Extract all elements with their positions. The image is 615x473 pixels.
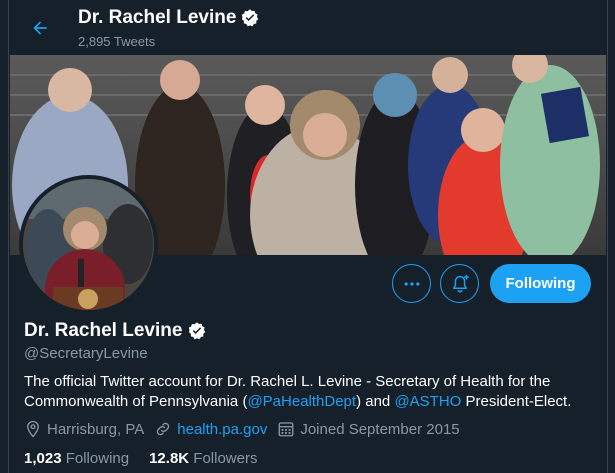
mention-link-astho[interactable]: @ASTHO	[394, 393, 461, 410]
mention-link-pahealthdept[interactable]: @PaHealthDept	[247, 393, 356, 410]
link-icon	[157, 422, 170, 436]
more-options-button[interactable]	[392, 264, 431, 303]
more-dots-icon	[404, 281, 419, 286]
location-text: Harrisburg, PA	[47, 420, 145, 438]
calendar-icon	[278, 422, 294, 437]
profile-bio: The official Twitter account for Dr. Rac…	[24, 372, 594, 412]
window-frame-left	[0, 0, 9, 473]
profile-name: Dr. Rachel Levine	[24, 320, 183, 341]
arrow-left-icon	[33, 21, 47, 35]
following-label: Following	[65, 450, 130, 467]
website-item: health.pa.gov	[154, 420, 267, 438]
notifications-button[interactable]	[440, 264, 479, 303]
window-frame-right	[607, 0, 615, 473]
website-link[interactable]: health.pa.gov	[177, 421, 267, 438]
following-count-link[interactable]: 1,023 Following	[24, 450, 129, 467]
profile-handle: @SecretaryLevine	[24, 345, 148, 362]
bio-text: President-Elect.	[461, 393, 572, 410]
bio-text: ) and	[356, 393, 395, 410]
profile-header: Dr. Rachel Levine 2,895 Tweets	[10, 0, 606, 55]
bell-plus-icon	[452, 274, 469, 293]
following-count: 1,023	[24, 450, 62, 467]
back-button[interactable]	[24, 12, 56, 44]
profile-avatar[interactable]	[19, 175, 158, 314]
tweet-count: 2,895 Tweets	[78, 34, 156, 49]
followers-label: Followers	[193, 450, 258, 467]
joined-text: Joined September 2015	[300, 420, 460, 438]
following-button[interactable]: Following	[490, 264, 591, 303]
joined-item: Joined September 2015	[277, 420, 460, 438]
follow-stats: 1,023 Following 12.8K Followers	[24, 450, 277, 467]
map-pin-icon	[27, 420, 39, 438]
verified-badge-icon	[242, 9, 259, 27]
profile-name-row: Dr. Rachel Levine	[24, 320, 207, 342]
avatar-photo	[23, 179, 154, 310]
header-title-row: Dr. Rachel Levine	[78, 7, 260, 29]
header-name: Dr. Rachel Levine	[78, 7, 237, 28]
verified-badge-icon	[189, 322, 206, 340]
followers-count: 12.8K	[149, 450, 190, 467]
followers-count-link[interactable]: 12.8K Followers	[149, 450, 257, 467]
profile-meta: Harrisburg, PA health.pa.gov Joined Sept…	[24, 420, 470, 438]
location-item: Harrisburg, PA	[24, 420, 144, 438]
